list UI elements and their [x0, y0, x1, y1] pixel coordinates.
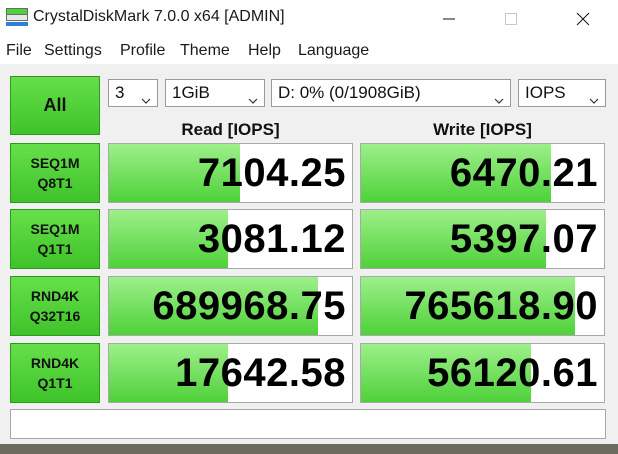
menu-settings[interactable]: Settings: [44, 42, 102, 60]
menu-bar: File Settings Profile Theme Help Languag…: [0, 38, 618, 64]
write-column-header: Write [IOPS]: [433, 120, 532, 139]
result-value: 7104.25: [197, 151, 346, 195]
test-name: SEQ1M: [30, 221, 80, 237]
result-value: 3081.12: [197, 217, 346, 261]
test-queue: Q1T1: [37, 241, 73, 257]
comment-input[interactable]: [10, 409, 606, 439]
window-title: CrystalDiskMark 7.0.0 x64 [ADMIN]: [33, 8, 285, 25]
drive-select[interactable]: D: 0% (0/1908GiB): [271, 79, 511, 107]
result-value: 56120.61: [427, 351, 598, 395]
all-button[interactable]: All: [10, 76, 100, 135]
write-result-rnd4k-q32t16: 765618.90: [360, 276, 605, 336]
unit-value: IOPS: [525, 83, 566, 102]
menu-profile[interactable]: Profile: [120, 42, 165, 60]
read-result-rnd4k-q1t1: 17642.58: [108, 343, 353, 403]
result-value: 6470.21: [449, 151, 598, 195]
menu-theme[interactable]: Theme: [180, 42, 230, 60]
minimize-button[interactable]: [426, 0, 472, 38]
test-name: RND4K: [30, 288, 80, 304]
chevron-down-icon: [494, 89, 504, 109]
test-button-seq1m-q8t1[interactable]: SEQ1M Q8T1: [10, 143, 100, 203]
maximize-button[interactable]: [488, 0, 534, 38]
desktop-background: [0, 444, 618, 454]
test-queue: Q1T1: [37, 375, 73, 391]
title-bar: CrystalDiskMark 7.0.0 x64 [ADMIN]: [0, 0, 618, 38]
read-result-seq1m-q1t1: 3081.12: [108, 209, 353, 269]
write-result-rnd4k-q1t1: 56120.61: [360, 343, 605, 403]
test-queue: Q8T1: [37, 175, 73, 191]
chevron-down-icon: [248, 89, 258, 109]
test-count-select[interactable]: 3: [108, 79, 158, 107]
test-button-rnd4k-q32t16[interactable]: RND4K Q32T16: [10, 276, 100, 336]
unit-select[interactable]: IOPS: [518, 79, 606, 107]
write-result-seq1m-q1t1: 5397.07: [360, 209, 605, 269]
read-result-seq1m-q8t1: 7104.25: [108, 143, 353, 203]
test-size-select[interactable]: 1GiB: [165, 79, 265, 107]
menu-help[interactable]: Help: [248, 42, 281, 60]
test-count-value: 3: [115, 83, 125, 102]
test-name: RND4K: [30, 355, 80, 371]
write-result-seq1m-q8t1: 6470.21: [360, 143, 605, 203]
test-button-seq1m-q1t1[interactable]: SEQ1M Q1T1: [10, 209, 100, 269]
read-result-rnd4k-q32t16: 689968.75: [108, 276, 353, 336]
result-value: 765618.90: [404, 284, 598, 328]
chevron-down-icon: [589, 89, 599, 109]
result-value: 689968.75: [152, 284, 346, 328]
test-name: SEQ1M: [30, 155, 80, 171]
menu-language[interactable]: Language: [298, 42, 369, 60]
chevron-down-icon: [141, 89, 151, 109]
test-queue: Q32T16: [29, 308, 81, 324]
test-size-value: 1GiB: [172, 83, 210, 102]
drive-value: D: 0% (0/1908GiB): [278, 83, 421, 102]
app-icon: [6, 8, 28, 26]
test-button-rnd4k-q1t1[interactable]: RND4K Q1T1: [10, 343, 100, 403]
result-value: 17642.58: [175, 351, 346, 395]
close-button[interactable]: [560, 0, 606, 38]
result-value: 5397.07: [449, 217, 598, 261]
read-column-header: Read [IOPS]: [181, 120, 280, 139]
menu-file[interactable]: File: [6, 42, 32, 60]
